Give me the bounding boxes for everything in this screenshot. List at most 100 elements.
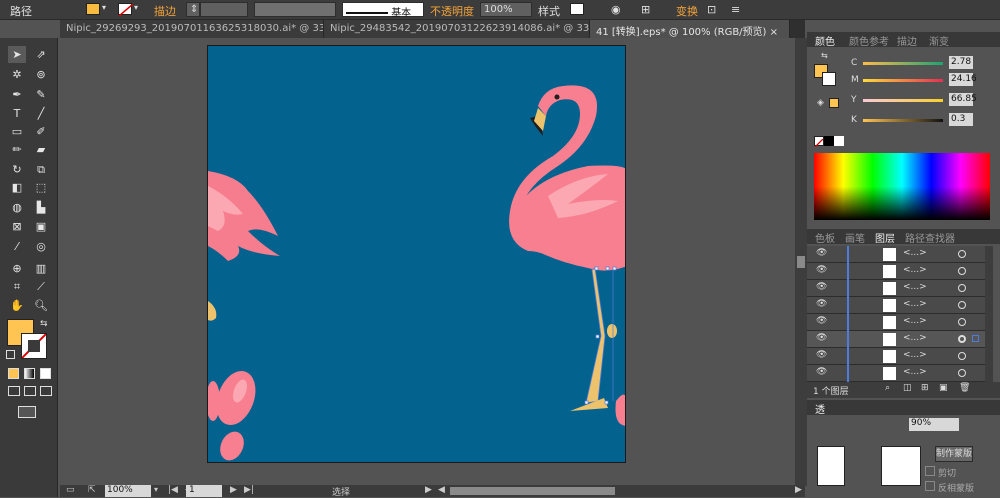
visibility-eye-icon[interactable]: 👁︎ — [816, 299, 827, 309]
magic-wand-tool-icon[interactable]: ✲ — [8, 66, 26, 83]
tab-stroke[interactable]: 描边 — [897, 33, 917, 48]
shape-builder-tool-icon[interactable]: ◍ — [8, 199, 26, 216]
black-slider[interactable] — [863, 119, 943, 122]
mesh-tool-icon[interactable]: ⊠ — [8, 218, 26, 235]
eyedropper-tool-icon[interactable]: ⁄ — [8, 238, 26, 255]
color-spectrum[interactable] — [814, 153, 990, 220]
hscroll-right-icon[interactable]: ▶ — [795, 485, 802, 495]
tab-color[interactable]: 颜色 — [815, 33, 835, 48]
scrollbar-thumb[interactable] — [797, 256, 805, 268]
layer-row[interactable]: 👁︎ <...> — [807, 314, 985, 331]
artboard-number-field[interactable]: 1 — [186, 485, 222, 497]
layer-row[interactable]: 👁︎ <...> — [807, 263, 985, 280]
magenta-slider[interactable] — [863, 79, 943, 82]
new-layer-icon[interactable]: ▣ — [939, 383, 948, 393]
next-artboard-icon[interactable]: ▶ — [230, 485, 237, 495]
draw-normal-icon[interactable] — [8, 386, 20, 396]
tab-layers[interactable]: 图层 — [875, 230, 895, 245]
gamut-color-swatch[interactable] — [829, 98, 839, 108]
tab-document-1[interactable]: Nipic_29269293_20190701163625318030.ai* … — [60, 20, 324, 38]
target-icon[interactable] — [958, 301, 966, 309]
first-artboard-icon[interactable]: |◀ — [168, 485, 178, 495]
target-icon[interactable] — [958, 267, 966, 275]
none-mode-icon[interactable] — [40, 368, 51, 379]
tab-swatches[interactable]: 色板 — [815, 230, 835, 245]
visibility-eye-icon[interactable]: 👁︎ — [816, 367, 827, 377]
delete-layer-icon[interactable]: 🗑︎ — [959, 383, 970, 393]
target-icon[interactable] — [958, 250, 966, 258]
artboard-tool-icon[interactable]: ⌗ — [8, 278, 26, 295]
black-swatch[interactable] — [824, 136, 834, 146]
stroke-swatch[interactable] — [118, 3, 134, 17]
out-of-gamut-icon[interactable]: ◈ — [817, 98, 824, 108]
make-clipping-mask-icon[interactable]: ◫ — [903, 383, 912, 393]
target-icon[interactable] — [958, 369, 966, 377]
hscroll-left-icon[interactable]: ◀ — [438, 485, 445, 495]
layer-row[interactable]: 👁︎ <...> — [807, 297, 985, 314]
stroke-label[interactable]: 描边 — [154, 3, 176, 19]
width-tool-icon[interactable]: ◧ — [8, 179, 26, 196]
draw-behind-icon[interactable] — [24, 386, 36, 396]
target-icon[interactable] — [958, 352, 966, 360]
magenta-value[interactable]: 24.16 — [949, 73, 977, 86]
color-mode-icon[interactable] — [8, 368, 19, 379]
tab-document-3[interactable]: 41 [转换].eps* @ 100% (RGB/预览) × — [590, 20, 790, 38]
yellow-value[interactable]: 66.85 — [949, 93, 977, 106]
swap-colors-icon[interactable]: ⇆ — [821, 51, 828, 60]
brush-profile-dropdown[interactable]: 基本 — [342, 2, 424, 19]
white-swatch[interactable] — [834, 136, 844, 146]
stroke-weight-dropdown[interactable] — [200, 2, 248, 17]
visibility-eye-icon[interactable]: 👁︎ — [816, 265, 827, 275]
pencil-tool-icon[interactable]: ✏ — [8, 141, 26, 158]
layer-row[interactable]: 👁︎ <...> — [807, 280, 985, 297]
new-sublayer-icon[interactable]: ⊞ — [921, 383, 929, 393]
graph-tool-icon[interactable]: ▙ — [32, 199, 50, 216]
pen-tool-icon[interactable]: ✒ — [8, 86, 26, 103]
layer-row[interactable]: 👁︎ <...> — [807, 246, 985, 263]
tab-document-2[interactable]: Nipic_29483542_20190703122623914086.ai* … — [324, 20, 590, 38]
swap-colors-icon[interactable]: ⇆ — [40, 319, 48, 329]
clip-checkbox[interactable] — [925, 466, 935, 476]
isolate-icon[interactable]: ⊡ — [707, 3, 716, 16]
tab-color-guide[interactable]: 颜色参考 — [849, 33, 889, 48]
tab-transparency[interactable]: 透 — [815, 401, 825, 416]
cyan-value[interactable]: 2.78 — [949, 56, 973, 69]
stroke-chevron-down-icon[interactable]: ▾ — [134, 3, 138, 12]
invert-mask-checkbox[interactable] — [925, 481, 935, 491]
free-transform-tool-icon[interactable]: ⬚ — [32, 179, 50, 196]
gradient-tool-icon[interactable]: ▣ — [32, 218, 50, 235]
target-icon[interactable] — [958, 284, 966, 292]
transform-label[interactable]: 变换 — [676, 3, 698, 19]
opacity-label[interactable]: 不透明度 — [430, 3, 474, 19]
layer-row[interactable]: 👁︎ <...> — [807, 365, 985, 382]
zoom-field[interactable]: 100% — [105, 485, 151, 497]
transparency-opacity-field[interactable]: 90% — [909, 418, 959, 431]
visibility-eye-icon[interactable]: 👁︎ — [816, 316, 827, 326]
tab-pathfinder[interactable]: 路径查找器 — [905, 230, 955, 245]
type-tool-icon[interactable]: T — [8, 105, 26, 122]
tab-gradient[interactable]: 渐变 — [929, 33, 949, 48]
fill-swatch[interactable] — [86, 3, 100, 15]
color-stroke-swatch[interactable] — [822, 72, 836, 86]
zoom-chevron-down-icon[interactable]: ▾ — [154, 485, 158, 494]
layers-scrollbar[interactable] — [985, 246, 993, 382]
horizontal-scrollbar-thumb[interactable] — [450, 487, 615, 495]
column-graph-tool-icon[interactable]: ▥ — [32, 260, 50, 277]
layer-row[interactable]: 👁︎ <...> — [807, 348, 985, 365]
stroke-weight-stepper[interactable]: ⇕ — [186, 2, 200, 17]
panel-menu-icon[interactable]: ≡ — [731, 3, 740, 16]
opacity-field[interactable]: 100% — [480, 2, 532, 17]
hand-tool-icon[interactable]: ✋ — [8, 297, 26, 314]
rotate-tool-icon[interactable]: ↻ — [8, 161, 26, 178]
selection-indicator[interactable] — [972, 335, 979, 342]
zoom-menu-icon[interactable]: ▭ — [66, 485, 75, 495]
cyan-slider[interactable] — [863, 62, 943, 65]
zoom-out-icon[interactable]: ⇱ — [88, 485, 96, 495]
layer-row-selected[interactable]: 👁︎ <...> — [807, 331, 985, 348]
selection-tool-icon[interactable]: ➤ — [8, 46, 26, 63]
stroke-color-swatch[interactable] — [21, 333, 47, 359]
yellow-slider[interactable] — [863, 99, 943, 102]
screen-mode-icon[interactable] — [18, 406, 36, 418]
draw-inside-icon[interactable] — [40, 386, 52, 396]
target-icon[interactable] — [958, 335, 966, 343]
